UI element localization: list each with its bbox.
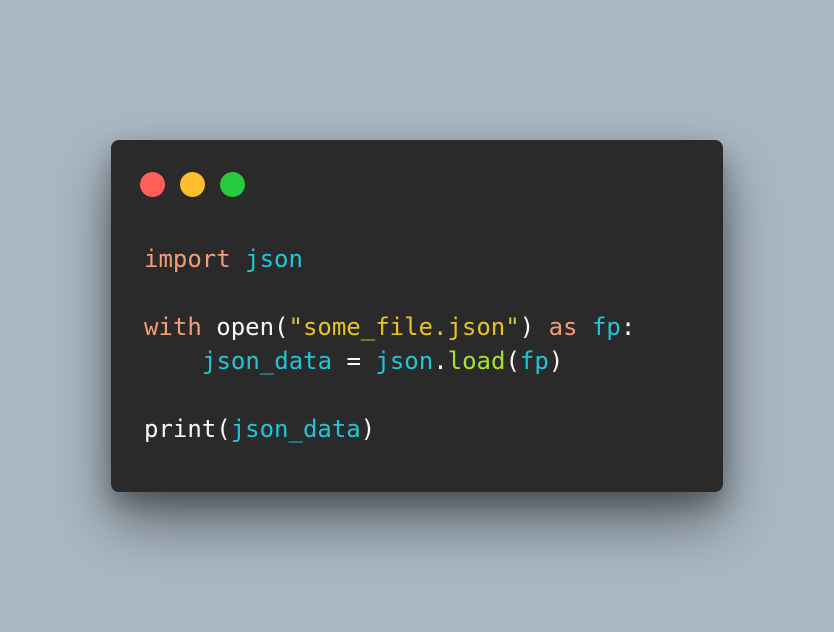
minimize-dot[interactable] <box>180 172 205 197</box>
variable-fp: fp <box>591 313 621 341</box>
paren-close: ) <box>519 313 535 341</box>
paren-close: ) <box>360 415 376 443</box>
code-line-4: json_data = json.load(fp) <box>144 344 635 378</box>
maximize-dot[interactable] <box>220 172 245 197</box>
keyword-with: with <box>144 313 202 341</box>
code-line-6: print(json_data) <box>144 412 635 446</box>
dot: . <box>433 347 448 375</box>
module-json: json <box>245 245 303 273</box>
operator-assign: = <box>332 347 376 375</box>
module-json: json <box>375 347 434 375</box>
paren-open: ( <box>216 415 231 443</box>
function-load: load <box>447 347 506 375</box>
code-line-3: with open("some_file.json") as fp: <box>144 310 635 344</box>
argument-fp: fp <box>519 347 549 375</box>
function-open: open <box>216 313 275 341</box>
colon: : <box>620 313 636 341</box>
paren-open: ( <box>505 347 520 375</box>
paren-close: ) <box>548 347 564 375</box>
keyword-import: import <box>144 245 231 273</box>
function-print: print <box>144 415 217 443</box>
code-block: import json with open("some_file.json") a… <box>144 242 635 446</box>
paren-open: ( <box>274 313 289 341</box>
argument-json-data: json_data <box>230 415 361 443</box>
variable-json-data: json_data <box>202 347 333 375</box>
close-dot[interactable] <box>140 172 165 197</box>
code-window: import json with open("some_file.json") a… <box>111 140 723 492</box>
code-line-1: import json <box>144 242 635 276</box>
string-filename: "some_file.json" <box>288 313 520 341</box>
keyword-as: as <box>548 313 578 341</box>
